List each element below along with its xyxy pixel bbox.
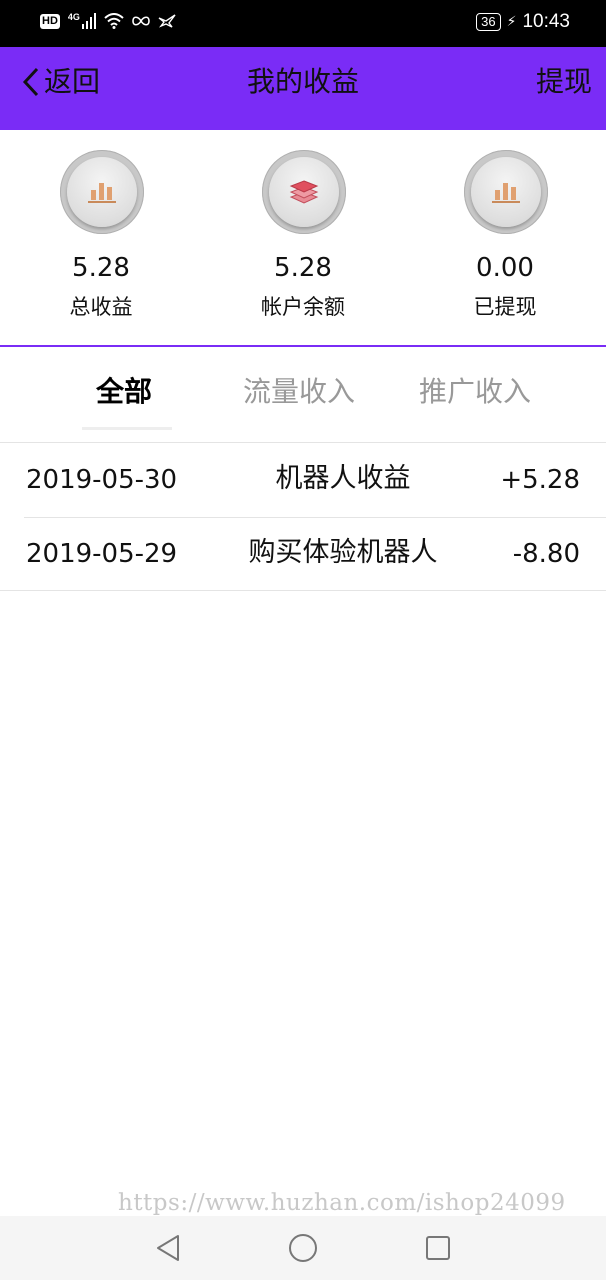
stat-value: 0.00: [476, 253, 534, 283]
stat-value: 5.28: [274, 253, 332, 283]
stat-label: 已提现: [473, 295, 537, 319]
hd-badge: HD: [40, 13, 60, 29]
recents-icon: [426, 1236, 450, 1260]
nav-bar: 返回 我的收益 提现: [0, 47, 606, 130]
network-type: 4G: [67, 12, 80, 22]
tab-indicator: [82, 427, 172, 430]
status-right: 36 ⚡ 10:43: [476, 11, 570, 33]
list-divider: [0, 590, 606, 591]
system-back-button[interactable]: [150, 1230, 186, 1266]
filter-tabs: 全部 流量收入 推广收入: [0, 349, 606, 443]
withdraw-button[interactable]: 提现: [536, 65, 592, 99]
back-icon: [157, 1235, 179, 1261]
stat-total-earnings[interactable]: 5.28 总收益: [0, 130, 202, 345]
signal-icon: [81, 13, 96, 29]
clock: 10:43: [522, 11, 570, 32]
record-title: 购买体验机器人: [248, 537, 438, 568]
earnings-summary: 5.28 总收益 5.28 帐户余额 0.00 已提现: [0, 130, 606, 347]
charging-icon: ⚡: [506, 14, 517, 30]
tab-all[interactable]: 全部: [96, 375, 152, 409]
chevron-left-icon: [22, 67, 39, 97]
home-icon: [289, 1234, 317, 1262]
stat-withdrawn[interactable]: 0.00 已提现: [404, 130, 606, 345]
stat-value: 5.28: [72, 253, 130, 283]
record-date: 2019-05-29: [26, 539, 178, 569]
back-label: 返回: [44, 65, 101, 98]
system-recents-button[interactable]: [420, 1230, 456, 1266]
bar-chart-icon: [88, 183, 116, 203]
status-bar: HD 4G 36 ⚡ 10:43: [0, 0, 606, 47]
list-item[interactable]: 2019-05-29 购买体验机器人 -8.80: [24, 517, 606, 590]
record-date: 2019-05-30: [26, 465, 178, 495]
stat-label: 帐户余额: [261, 295, 345, 319]
layers-icon: [289, 180, 319, 204]
record-amount: -8.80: [512, 539, 580, 569]
stat-account-balance[interactable]: 5.28 帐户余额: [202, 130, 404, 345]
infinity-icon: [132, 16, 150, 26]
bird-icon: [158, 14, 176, 28]
status-indicators: HD 4G: [40, 12, 176, 29]
stat-icon-circle: [464, 150, 548, 234]
battery-icon: 36: [476, 13, 501, 31]
tab-promotion-income[interactable]: 推广收入: [419, 375, 531, 409]
system-nav-bar: [0, 1216, 606, 1280]
stat-icon-circle: [60, 150, 144, 234]
stat-label: 总收益: [69, 295, 133, 319]
tab-traffic-income[interactable]: 流量收入: [243, 375, 355, 409]
wifi-icon: [104, 13, 124, 29]
bar-chart-icon: [492, 183, 520, 203]
stat-icon-circle: [262, 150, 346, 234]
watermark: https://www.huzhan.com/ishop24099: [118, 1190, 566, 1216]
list-item[interactable]: 2019-05-30 机器人收益 +5.28: [0, 444, 606, 517]
earnings-list: 2019-05-30 机器人收益 +5.28 2019-05-29 购买体验机器…: [0, 444, 606, 591]
system-home-button[interactable]: [285, 1230, 321, 1266]
record-title: 机器人收益: [275, 463, 411, 494]
record-amount: +5.28: [500, 465, 580, 495]
back-button[interactable]: 返回: [20, 65, 100, 99]
